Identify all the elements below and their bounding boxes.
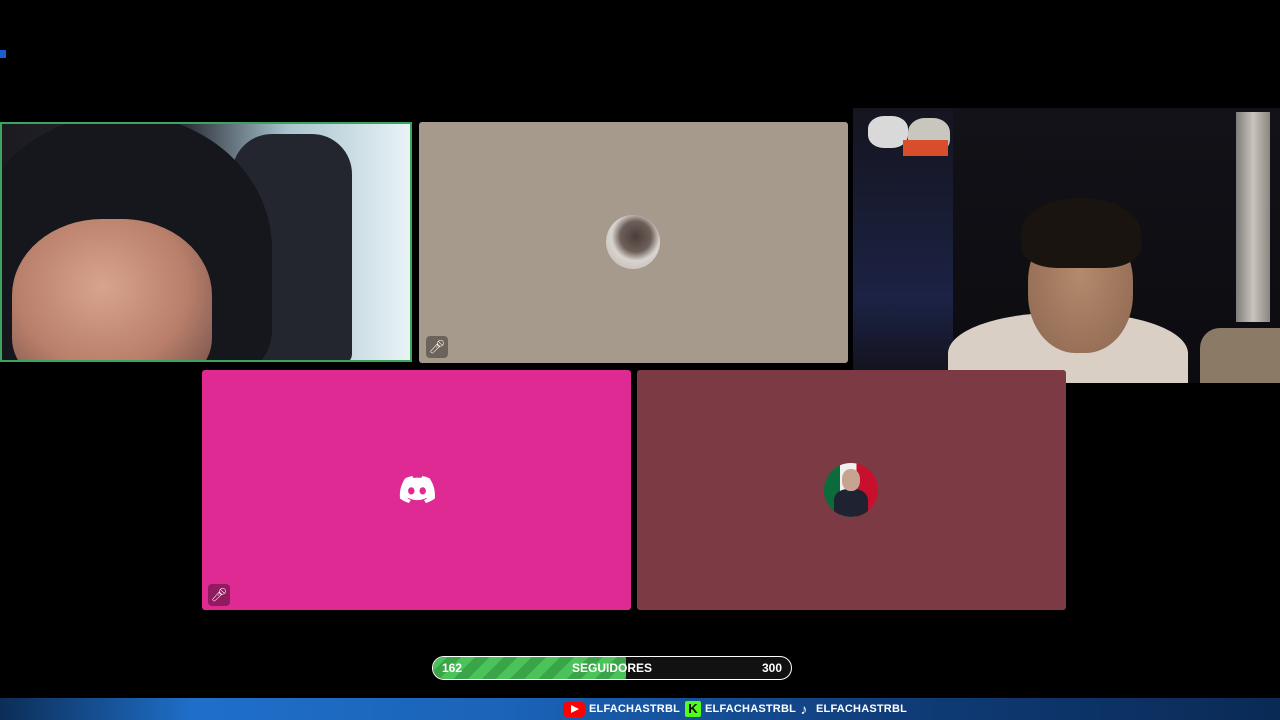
red-box (903, 140, 948, 156)
corner-decoration (0, 50, 6, 58)
participant-avatar-tile-2[interactable]: 🎤︎ (419, 122, 848, 363)
avatar-suit (834, 489, 868, 517)
follower-label: SEGUIDORES (571, 661, 652, 675)
youtube-icon (563, 701, 585, 717)
mic-muted-icon: 🎤︎ (208, 584, 230, 606)
participant-avatar-tile-4[interactable] (637, 370, 1066, 610)
social-tiktok: ♪ ELFACHASTRBL (796, 698, 907, 720)
participant-avatar (824, 463, 878, 517)
social-handle: ELFACHASTRBL (589, 703, 681, 715)
participant-face (12, 219, 212, 360)
participant-avatar (606, 215, 660, 269)
couch (1200, 328, 1280, 383)
participant-webcam-tile-1[interactable] (0, 122, 412, 362)
social-youtube: ELFACHASTRBL (563, 698, 680, 720)
social-kick: K ELFACHASTRBL (685, 698, 796, 720)
plush-toy (868, 116, 908, 148)
streamer-hair (1021, 198, 1141, 268)
kick-icon: K (685, 701, 701, 717)
social-handle: ELFACHASTRBL (705, 703, 797, 715)
tiktok-icon: ♪ (800, 701, 808, 717)
streamer-webcam (853, 108, 1280, 383)
avatar-head (842, 469, 860, 491)
social-banner: ELFACHASTRBL K ELFACHASTRBL ♪ ELFACHASTR… (0, 698, 1280, 720)
mic-muted-icon: 🎤︎ (426, 336, 448, 358)
curtain (1236, 112, 1270, 322)
follower-goal: 300 (761, 661, 782, 675)
participant-avatar-tile-3[interactable]: 🎤︎ (202, 370, 631, 610)
follower-goal-bar: 162 SEGUIDORES 300 (432, 656, 792, 680)
discord-logo-icon (399, 476, 435, 503)
social-handle: ELFACHASTRBL (816, 703, 908, 715)
